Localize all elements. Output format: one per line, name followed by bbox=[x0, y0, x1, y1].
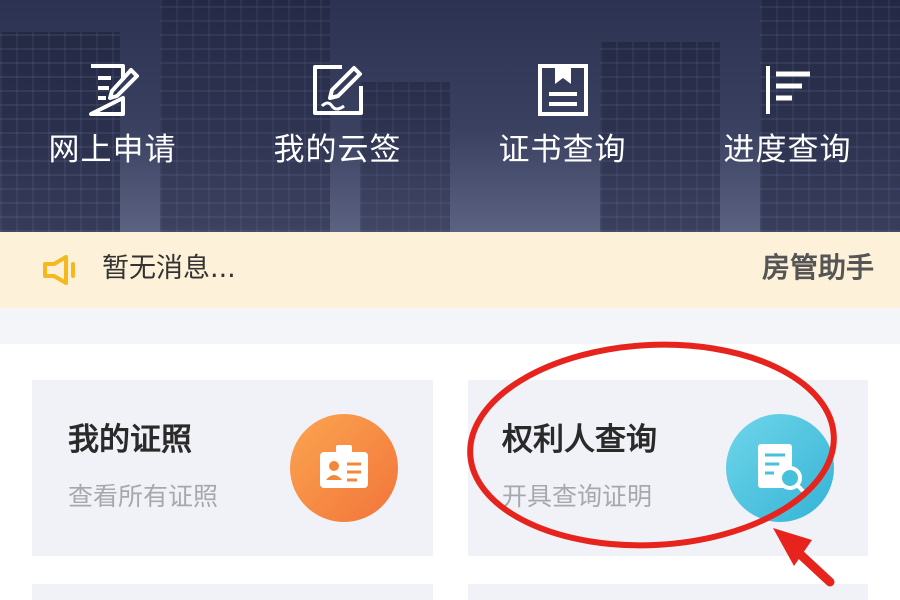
quick-action-my-cloud-sign[interactable]: 我的云签 bbox=[225, 62, 450, 182]
quick-action-label: 网上申请 bbox=[48, 132, 177, 168]
speaker-icon bbox=[43, 255, 75, 285]
card-partial[interactable] bbox=[468, 584, 868, 600]
certificate-icon bbox=[537, 64, 588, 116]
card-subtitle: 查看所有证照 bbox=[68, 482, 219, 511]
id-card-icon bbox=[320, 445, 368, 488]
progress-bars-icon bbox=[765, 66, 810, 114]
quick-actions: 网上申请 我的云签 证书查询 进度查询 bbox=[0, 62, 900, 182]
quick-action-certificate-query[interactable]: 证书查询 bbox=[450, 62, 675, 182]
quick-action-label: 我的云签 bbox=[273, 132, 402, 168]
document-search-icon bbox=[758, 444, 806, 494]
hero-banner: 网上申请 我的云签 证书查询 进度查询 bbox=[0, 0, 900, 232]
card-title: 我的证照 bbox=[68, 422, 192, 458]
card-rights-holder-query[interactable]: 权利人查询 开具查询证明 bbox=[468, 380, 868, 556]
card-title: 权利人查询 bbox=[502, 422, 657, 458]
pen-sign-icon bbox=[312, 65, 363, 115]
quick-action-label: 进度查询 bbox=[723, 132, 852, 168]
card-my-licenses[interactable]: 我的证照 查看所有证照 bbox=[32, 380, 433, 556]
quick-action-online-apply[interactable]: 网上申请 bbox=[0, 62, 225, 182]
housing-assistant-link[interactable]: 房管助手 bbox=[762, 249, 874, 287]
card-subtitle: 开具查询证明 bbox=[502, 482, 653, 511]
card-icon-circle bbox=[726, 414, 834, 522]
card-partial[interactable] bbox=[32, 584, 433, 600]
quick-action-progress-query[interactable]: 进度查询 bbox=[675, 62, 900, 182]
card-icon-circle bbox=[290, 414, 398, 522]
edit-form-icon bbox=[88, 64, 139, 116]
section-gap bbox=[0, 308, 900, 344]
quick-action-label: 证书查询 bbox=[498, 132, 627, 168]
notice-message: 暂无消息... bbox=[102, 253, 236, 284]
